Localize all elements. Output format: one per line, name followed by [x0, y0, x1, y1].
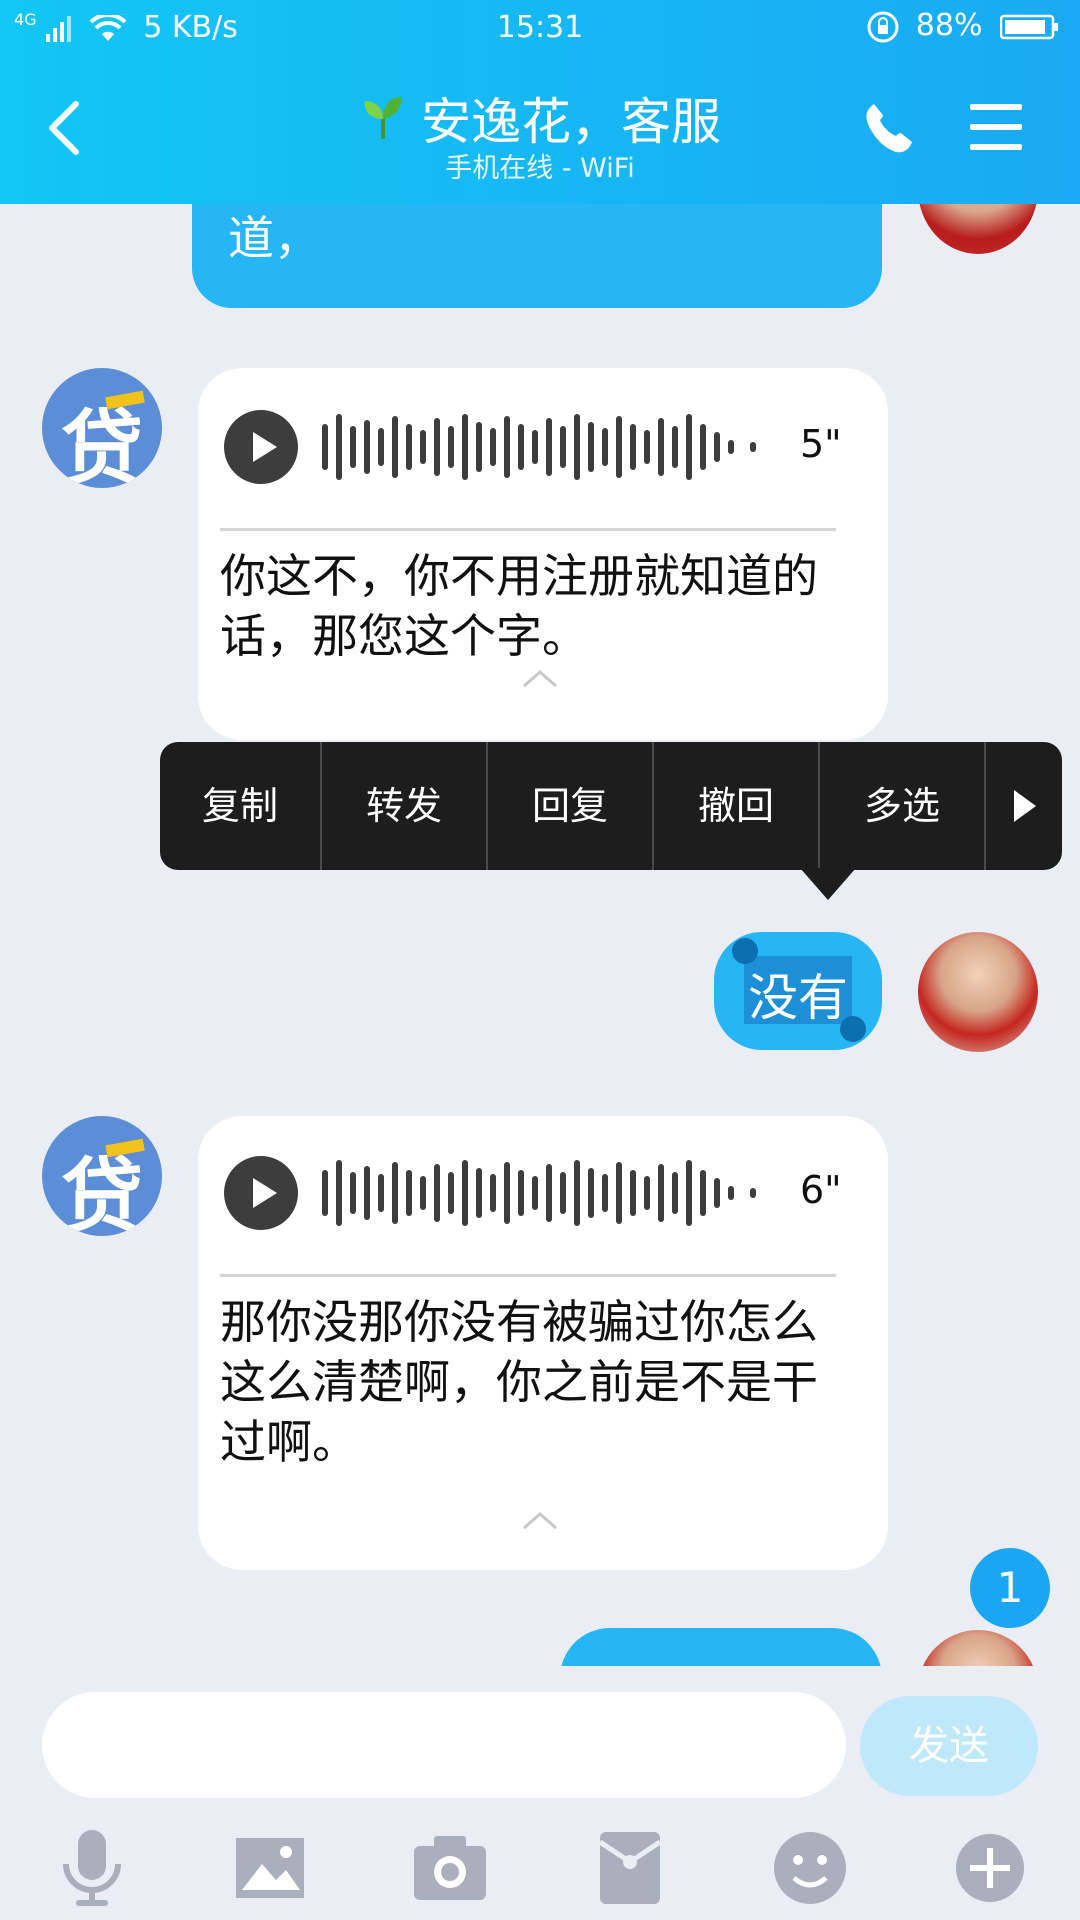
battery-percent: 88%: [915, 8, 983, 43]
send-button[interactable]: 发送: [860, 1696, 1038, 1796]
menu-item-copy[interactable]: 复制: [160, 742, 320, 870]
contact-avatar[interactable]: 贷: [42, 1116, 162, 1236]
menu-item-multi-select[interactable]: 多选: [820, 742, 984, 870]
voice-duration: 5": [800, 422, 842, 466]
voice-message-bubble[interactable]: 6" 那你没那你没有被骗过你怎么这么清楚啊，你之前是不是干过啊。: [198, 1116, 888, 1570]
red-packet-icon[interactable]: [590, 1828, 670, 1908]
waveform-icon: [322, 1160, 756, 1226]
divider: [220, 1274, 836, 1277]
selection-handle-start[interactable]: [732, 938, 758, 964]
sent-message-bubble-selected[interactable]: 没有: [714, 932, 882, 1050]
chat-title-text: 安逸花，客服: [421, 93, 721, 151]
sprout-icon: [364, 97, 402, 139]
phone-icon[interactable]: [860, 100, 916, 156]
chevron-up-icon[interactable]: [522, 668, 558, 690]
my-avatar[interactable]: [918, 204, 1038, 254]
play-icon[interactable]: [224, 1156, 298, 1230]
rotation-lock-icon: [867, 11, 899, 42]
menu-icon[interactable]: [968, 102, 1024, 152]
selected-text[interactable]: 没有: [748, 958, 848, 1030]
menu-more-arrow-icon[interactable]: [1008, 788, 1040, 824]
message-text: 道，: [228, 211, 320, 265]
emoji-icon[interactable]: [770, 1828, 850, 1908]
unread-count: 1: [996, 1563, 1024, 1612]
voice-message-bubble[interactable]: 5" 你这不，你不用注册就知道的话，那您这个字。: [198, 368, 888, 740]
chevron-up-icon[interactable]: [522, 1510, 558, 1532]
my-avatar[interactable]: [918, 932, 1038, 1052]
my-avatar[interactable]: [918, 1630, 1038, 1666]
divider: [220, 528, 836, 531]
voice-duration: 6": [800, 1168, 842, 1212]
chat-title: 安逸花，客服: [0, 82, 1080, 154]
chat-area[interactable]: 道， 贷 5" 你这不，你不用注册就知道的话，那您这个字。 没有 贷 6" 那你…: [0, 204, 1080, 1666]
menu-item-recall[interactable]: 撤回: [654, 742, 818, 870]
menu-item-reply[interactable]: 回复: [488, 742, 652, 870]
microphone-icon[interactable]: [52, 1828, 132, 1908]
status-bar: 4G 5 KB/s 15:31 88%: [0, 0, 1080, 56]
plus-icon[interactable]: [950, 1828, 1030, 1908]
context-menu: 复制 转发 回复 撤回 多选: [160, 742, 1062, 900]
chat-subtitle: 手机在线 - WiFi: [445, 153, 635, 184]
contact-avatar[interactable]: 贷: [42, 368, 162, 488]
header-bar: 4G 5 KB/s 15:31 88% 安逸花，客服 手机在线 - WiFi: [0, 0, 1080, 204]
menu-item-forward[interactable]: 转发: [322, 742, 486, 870]
message-input[interactable]: [42, 1692, 846, 1798]
waveform-icon: [322, 414, 756, 480]
camera-icon[interactable]: [410, 1828, 490, 1908]
menu-pointer: [800, 868, 856, 900]
sent-message-bubble[interactable]: 道，: [192, 204, 882, 308]
voice-transcript: 你这不，你不用注册就知道的话，那您这个字。: [220, 549, 818, 663]
voice-transcript: 那你没那你没有被骗过你怎么这么清楚啊，你之前是不是干过啊。: [220, 1295, 818, 1469]
selection-handle-end[interactable]: [840, 1016, 866, 1042]
battery-icon: [999, 14, 1058, 39]
composer-bar: 发送: [0, 1666, 1080, 1920]
unread-badge[interactable]: 1: [970, 1548, 1050, 1628]
status-right: 88%: [866, 8, 1060, 44]
image-icon[interactable]: [230, 1828, 310, 1908]
menu-divider: [984, 742, 986, 870]
sent-message-bubble[interactable]: [560, 1628, 882, 1666]
play-icon[interactable]: [224, 410, 298, 484]
